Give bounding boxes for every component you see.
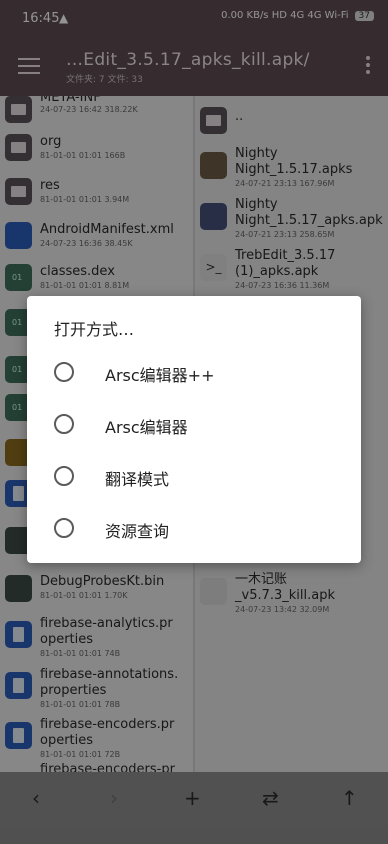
- open-with-dialog: 打开方式… Arsc编辑器++ Arsc编辑器 翻译模式 资源查询: [27, 296, 361, 563]
- option-arsc-editor[interactable]: Arsc编辑器: [27, 400, 361, 452]
- radio-button[interactable]: [54, 362, 74, 382]
- option-label: 翻译模式: [105, 470, 170, 489]
- option-label: Arsc编辑器: [105, 418, 188, 437]
- option-label: Arsc编辑器++: [105, 366, 215, 385]
- dialog-title: 打开方式…: [54, 320, 135, 339]
- option-translate-mode[interactable]: 翻译模式: [27, 452, 361, 504]
- radio-button[interactable]: [54, 414, 74, 434]
- file-manager-app: 16:45 ▲ 0.00 KB/s HD 4G 4G Wi-Fi 37 …Edi…: [0, 0, 388, 844]
- option-label: 资源查询: [105, 522, 170, 541]
- option-resource-search[interactable]: 资源查询: [27, 504, 361, 556]
- option-arsc-editor-plus[interactable]: Arsc编辑器++: [27, 348, 361, 400]
- radio-button[interactable]: [54, 518, 74, 538]
- radio-button[interactable]: [54, 466, 74, 486]
